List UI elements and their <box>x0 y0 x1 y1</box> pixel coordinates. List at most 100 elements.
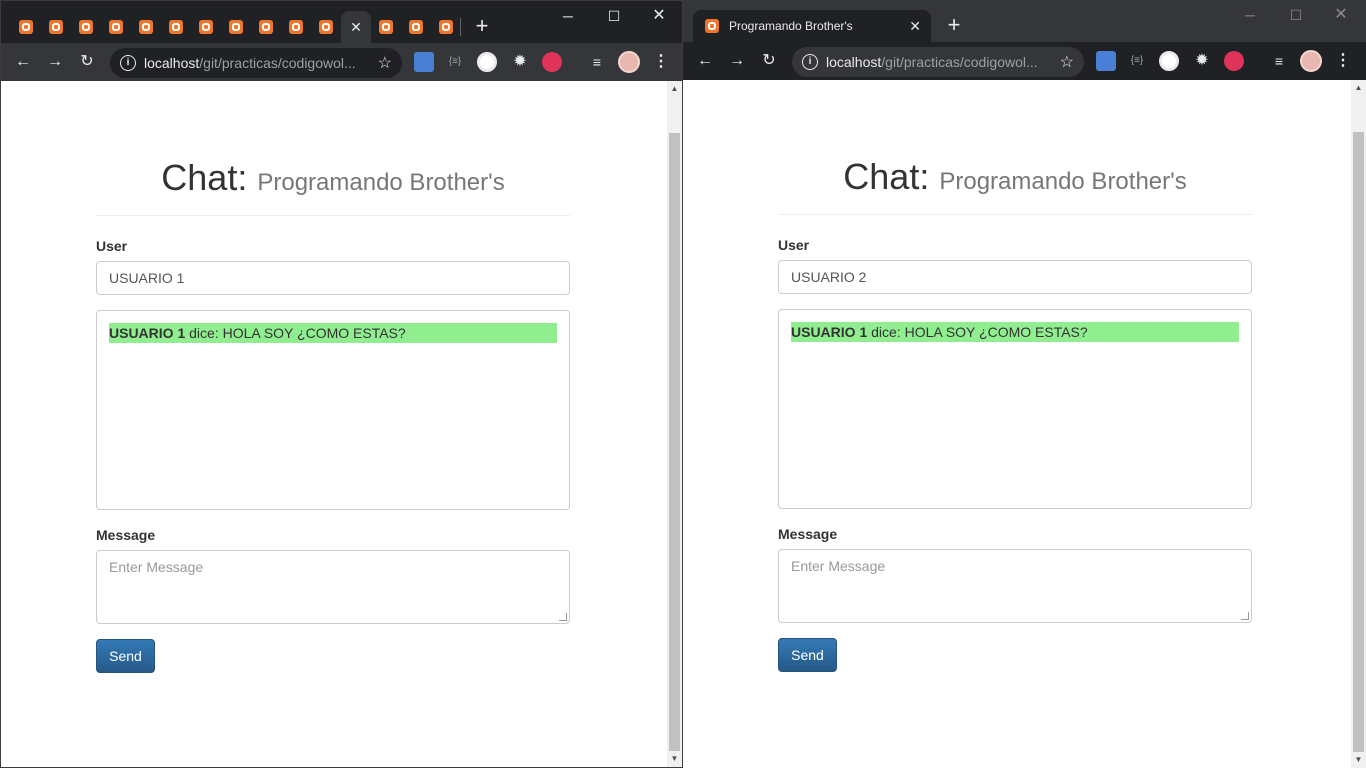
user-label: User <box>778 237 810 253</box>
scrollbar-thumb[interactable] <box>669 133 680 751</box>
chat-messages-box: USUARIO 1 dice: HOLA SOY ¿COMO ESTAS? <box>96 310 570 510</box>
tab-title: Programando Brother's <box>729 19 853 33</box>
tab-xampp-11[interactable] <box>311 11 341 43</box>
scrollbar-thumb[interactable] <box>1353 132 1364 752</box>
divider <box>96 215 570 216</box>
user-label: User <box>96 238 128 254</box>
owl-extension-icon[interactable] <box>1159 51 1179 71</box>
resize-handle-icon[interactable] <box>559 613 567 621</box>
send-button[interactable]: Send <box>778 638 837 672</box>
resize-handle-icon[interactable] <box>1241 612 1249 620</box>
close-icon[interactable]: ✕ <box>909 18 921 35</box>
message-label: Message <box>778 526 838 542</box>
address-bar[interactable]: i localhost/git/practicas/codigowol... ☆ <box>792 47 1084 77</box>
tab-xampp-6[interactable] <box>161 11 191 43</box>
scroll-down-arrow-icon[interactable]: ▼ <box>667 751 682 767</box>
google-translate-icon[interactable] <box>414 52 434 72</box>
tab-xampp-12[interactable] <box>371 11 401 43</box>
minimize-button[interactable]: ─ <box>1237 4 1263 26</box>
message-placeholder: Enter Message <box>791 558 886 574</box>
page-content: Chat: Programando Brother's User USUARIO… <box>1 81 667 767</box>
xampp-favicon-icon <box>109 20 123 34</box>
vertical-scrollbar[interactable]: ▲ ▼ <box>667 81 682 767</box>
tab-programando-brothers[interactable]: Programando Brother's ✕ <box>693 10 931 42</box>
new-tab-button[interactable]: + <box>469 13 495 39</box>
chat-messages-box: USUARIO 1 dice: HOLA SOY ¿COMO ESTAS? <box>778 309 1252 509</box>
media-playlist-icon[interactable]: ≡ <box>585 52 609 72</box>
kebab-menu-icon[interactable]: ⋮ <box>1331 51 1355 71</box>
info-icon[interactable]: i <box>802 54 818 70</box>
scroll-up-arrow-icon[interactable]: ▲ <box>667 81 682 97</box>
scroll-down-arrow-icon[interactable]: ▼ <box>1351 752 1366 768</box>
url-text: localhost/git/practicas/codigowol... <box>144 55 356 71</box>
forward-arrow-icon[interactable]: → <box>43 52 67 72</box>
chat-message: USUARIO 1 dice: HOLA SOY ¿COMO ESTAS? <box>109 323 557 343</box>
gear-extension-icon[interactable]: ✹ <box>508 52 532 72</box>
user-input[interactable]: USUARIO 2 <box>778 260 1252 294</box>
tab-xampp-4[interactable] <box>101 11 131 43</box>
owl-extension-icon[interactable] <box>477 52 497 72</box>
xampp-favicon-icon <box>289 20 303 34</box>
tab-xampp-3[interactable] <box>71 11 101 43</box>
profile-avatar[interactable] <box>1300 50 1322 72</box>
maximize-button[interactable]: ☐ <box>1283 4 1309 26</box>
page-title: Chat: Programando Brother's <box>843 156 1187 197</box>
back-arrow-icon[interactable]: ← <box>693 51 717 71</box>
message-textarea[interactable]: Enter Message <box>778 549 1252 623</box>
minimize-button[interactable]: ─ <box>555 5 581 27</box>
browser-toolbar: ← → ↻ i localhost/git/practicas/codigowo… <box>683 42 1366 80</box>
profile-avatar[interactable] <box>618 51 640 73</box>
message-text: dice: HOLA SOY ¿COMO ESTAS? <box>867 324 1088 340</box>
reload-icon[interactable]: ↻ <box>757 51 781 71</box>
send-button[interactable]: Send <box>96 639 155 673</box>
close-window-button[interactable]: ✕ <box>646 5 672 27</box>
reload-icon[interactable]: ↻ <box>75 52 99 72</box>
tab-xampp-14[interactable] <box>431 11 461 43</box>
tab-xampp-9[interactable] <box>251 11 281 43</box>
message-textarea[interactable]: Enter Message <box>96 550 570 624</box>
tab-xampp-13[interactable] <box>401 11 431 43</box>
tab-strip: Programando Brother's ✕ + ─ ☐ ✕ <box>683 0 1366 42</box>
back-arrow-icon[interactable]: ← <box>11 52 35 72</box>
media-playlist-icon[interactable]: ≡ <box>1267 51 1291 71</box>
page-title: Chat: Programando Brother's <box>161 157 505 198</box>
message-label: Message <box>96 527 156 543</box>
address-bar[interactable]: i localhost/git/practicas/codigowol... ☆ <box>110 48 402 78</box>
bookmark-star-icon[interactable]: ☆ <box>1060 52 1074 72</box>
gear-extension-icon[interactable]: ✹ <box>1190 51 1214 71</box>
forward-arrow-icon[interactable]: → <box>725 51 749 71</box>
tab-xampp-5[interactable] <box>131 11 161 43</box>
new-tab-button[interactable]: + <box>941 12 967 38</box>
user-input[interactable]: USUARIO 1 <box>96 261 570 295</box>
message-placeholder: Enter Message <box>109 559 204 575</box>
stop-hand-icon[interactable] <box>1224 51 1244 71</box>
xampp-favicon-icon <box>229 20 243 34</box>
xampp-favicon-icon <box>379 20 393 34</box>
bookmark-star-icon[interactable]: ☆ <box>378 53 392 73</box>
browser-window-right: Programando Brother's ✕ + ─ ☐ ✕ ← → ↻ i … <box>683 0 1366 768</box>
kebab-menu-icon[interactable]: ⋮ <box>649 52 673 72</box>
tab-xampp-10[interactable] <box>281 11 311 43</box>
scroll-up-arrow-icon[interactable]: ▲ <box>1351 80 1366 96</box>
maximize-button[interactable]: ☐ <box>601 5 627 27</box>
vertical-scrollbar[interactable]: ▲ ▼ <box>1351 80 1366 768</box>
message-author: USUARIO 1 <box>109 325 186 341</box>
json-viewer-icon[interactable]: {≡} <box>443 52 467 72</box>
json-viewer-icon[interactable]: {≡} <box>1125 51 1149 71</box>
message-author: USUARIO 1 <box>791 324 868 340</box>
close-window-button[interactable]: ✕ <box>1328 4 1354 26</box>
tab-active[interactable]: ✕ <box>341 11 371 43</box>
xampp-favicon-icon <box>19 20 33 34</box>
stop-hand-icon[interactable] <box>542 52 562 72</box>
info-icon[interactable]: i <box>120 55 136 71</box>
tab-xampp-7[interactable] <box>191 11 221 43</box>
tab-strip: ✕ + ─ ☐ ✕ <box>1 1 682 43</box>
tab-xampp-1[interactable] <box>11 11 41 43</box>
divider <box>778 214 1252 215</box>
tab-xampp-8[interactable] <box>221 11 251 43</box>
tab-xampp-2[interactable] <box>41 11 71 43</box>
close-icon[interactable]: ✕ <box>350 19 362 36</box>
xampp-favicon-icon <box>49 20 63 34</box>
google-translate-icon[interactable] <box>1096 51 1116 71</box>
xampp-favicon-icon <box>169 20 183 34</box>
